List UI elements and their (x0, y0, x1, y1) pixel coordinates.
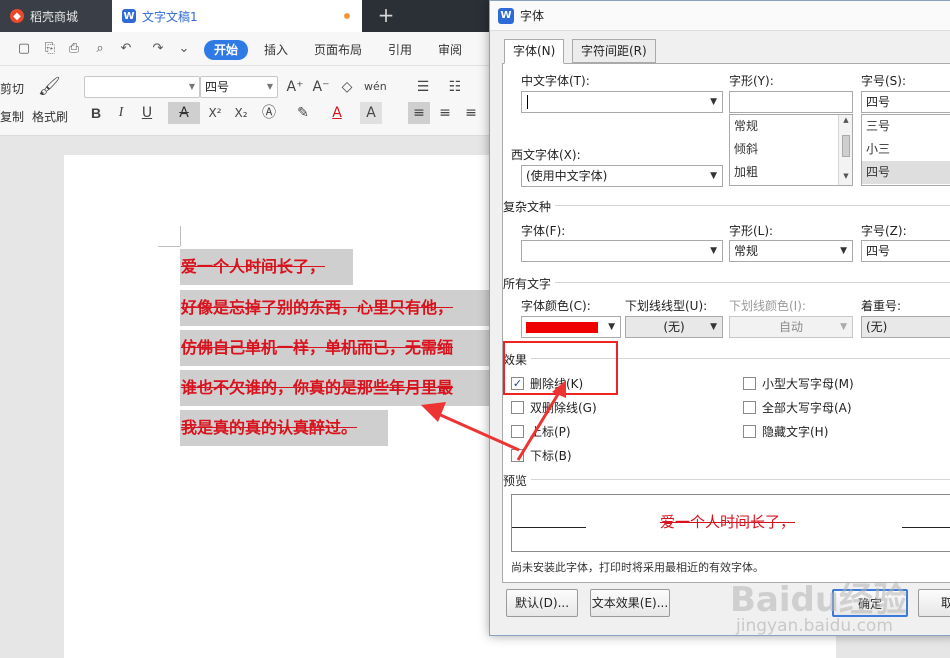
watermark-url: jingyan.baidu.com (736, 616, 893, 636)
tab-font[interactable]: 字体(N) (504, 39, 565, 64)
annotation-arrows (421, 380, 566, 461)
annotation-arrow-shaft (516, 390, 562, 461)
watermark-logo: Baidu经验 (730, 580, 908, 620)
annotation-arrowhead (421, 402, 446, 422)
annotation-arrow-shaft (435, 411, 520, 452)
